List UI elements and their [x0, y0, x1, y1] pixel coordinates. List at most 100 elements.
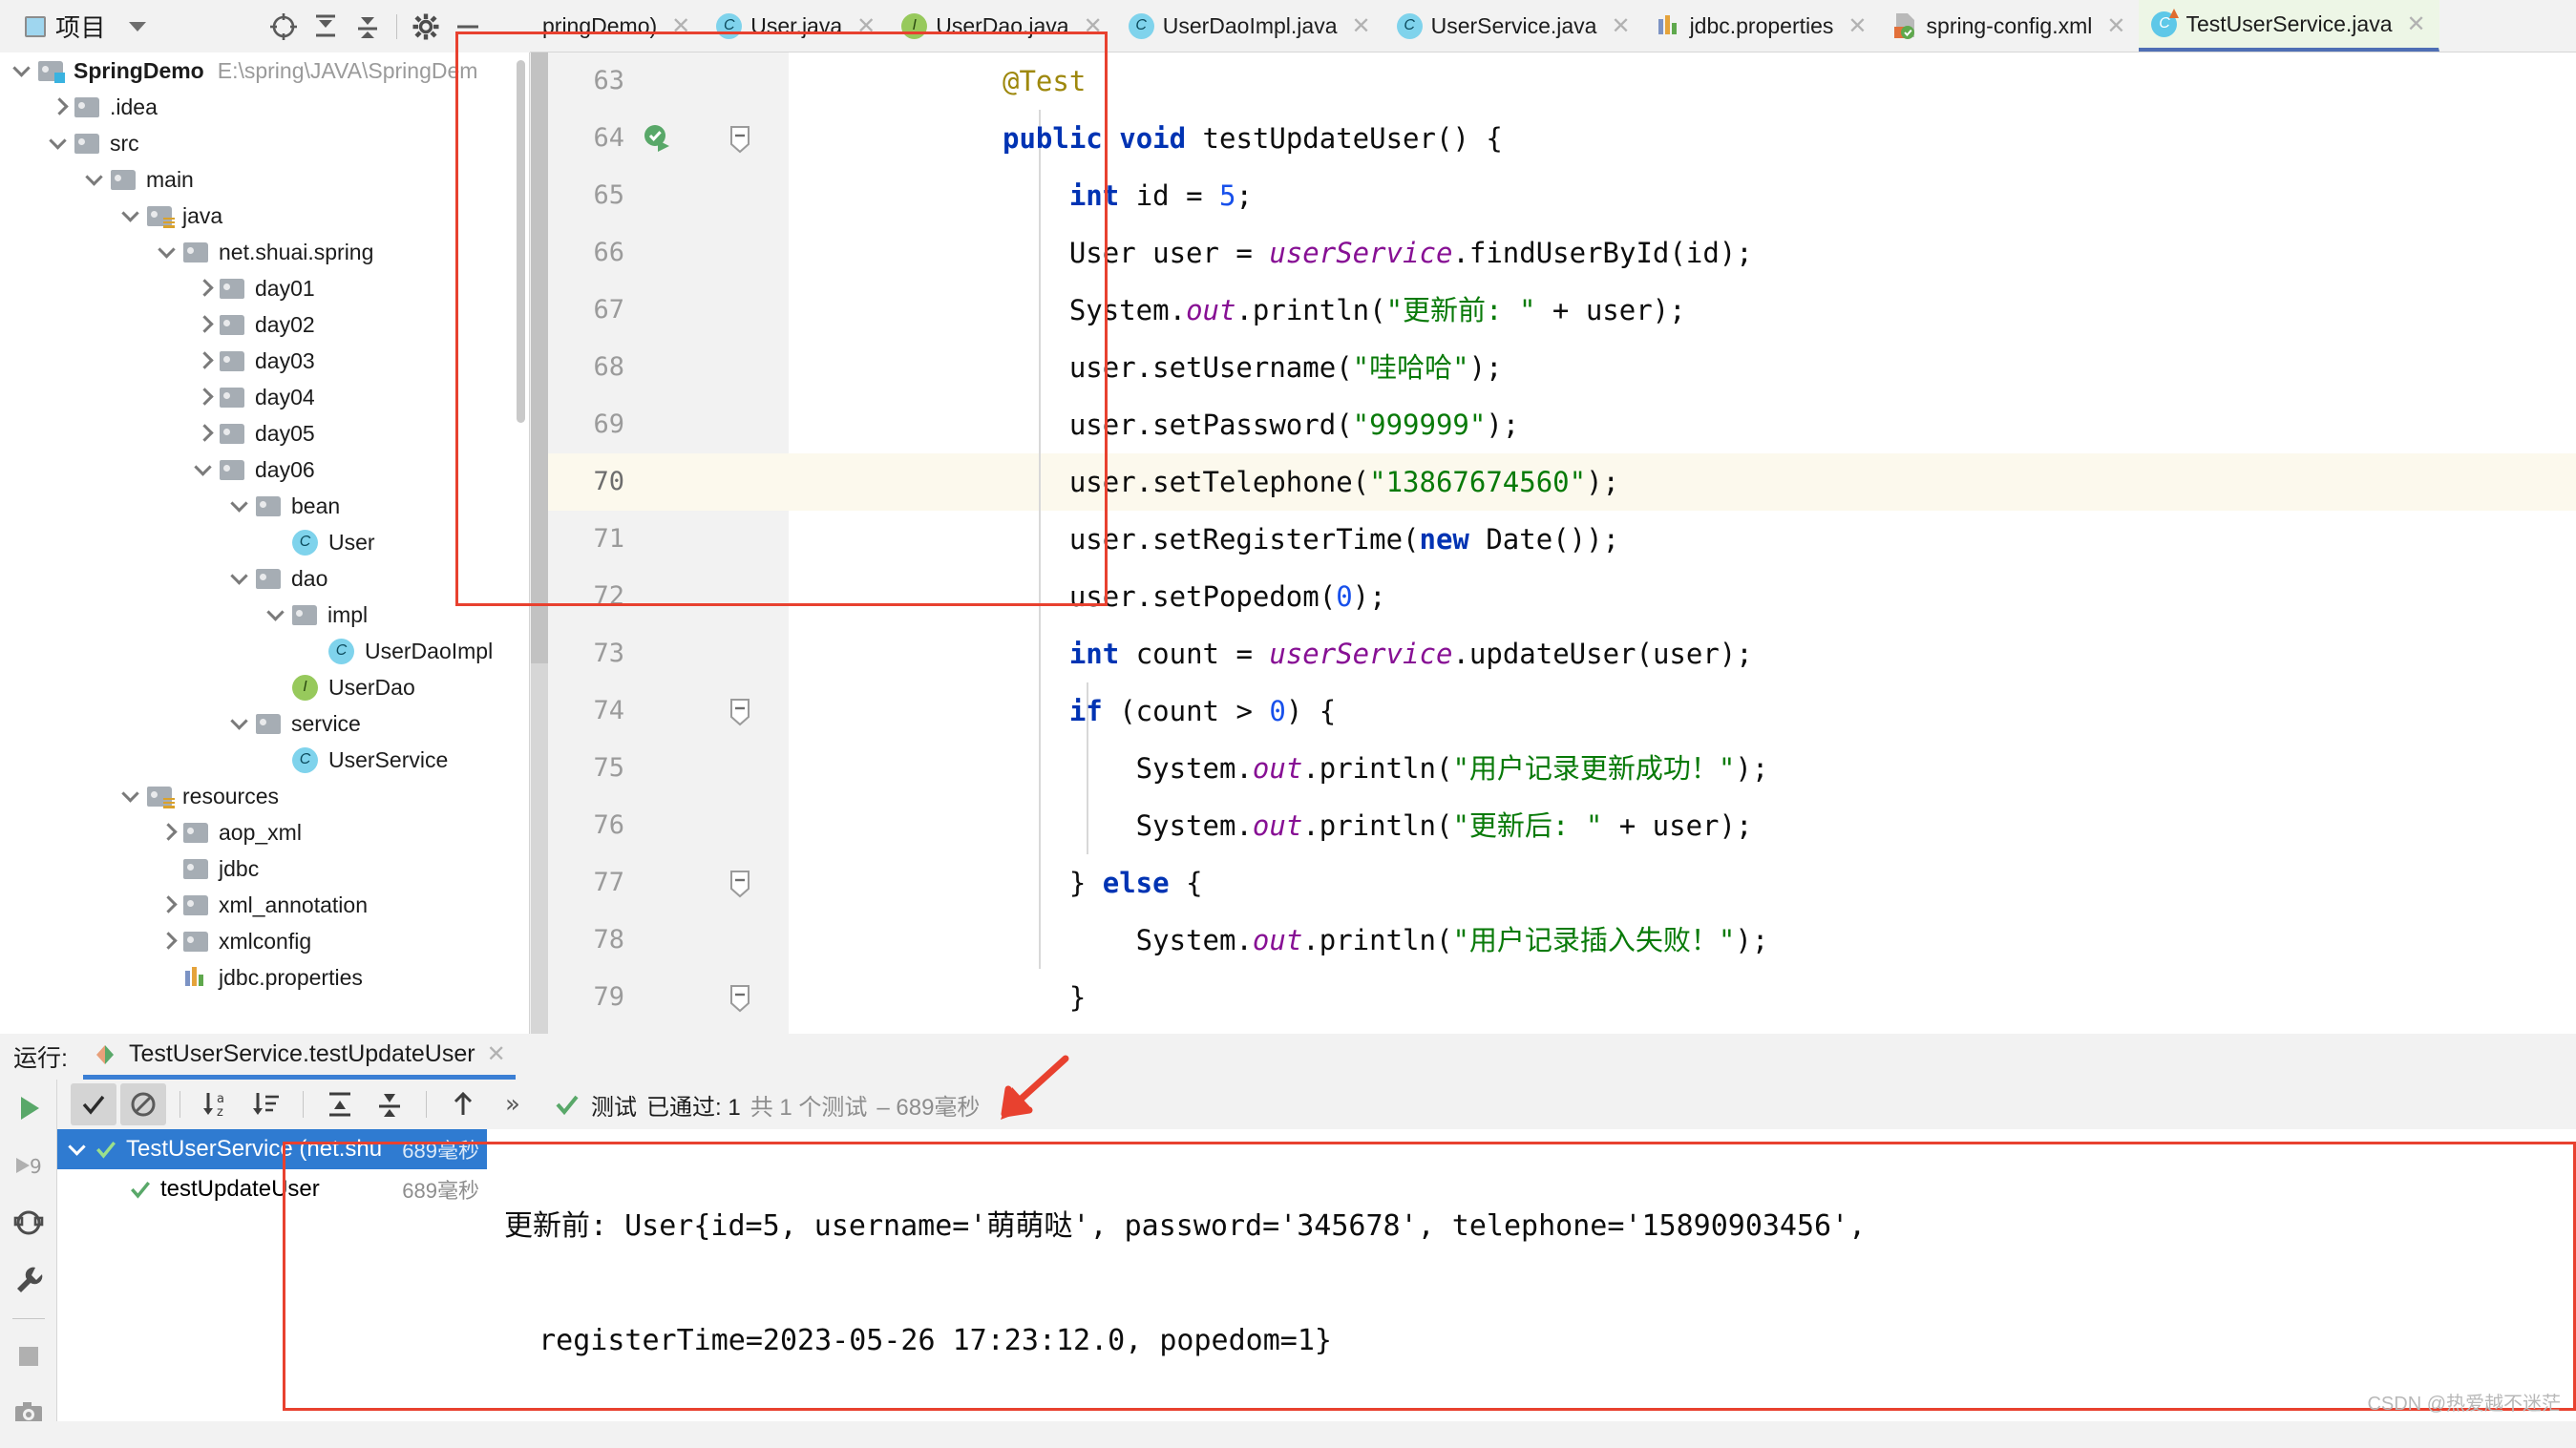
console-output[interactable]: 更新前: User{id=5, username='萌萌哒', password… [487, 1129, 2576, 1448]
editor-gutter[interactable]: 63 64 65 66 67 68 69 70 71 72 73 74 75 7… [548, 52, 789, 1034]
test-tree-row-class[interactable]: TestUserService (net.shu 689毫秒 [57, 1129, 487, 1169]
tab-user-java[interactable]: C User.java ✕ [704, 0, 889, 52]
hide-ignored-icon[interactable] [120, 1083, 166, 1125]
tree-item-xml-annotation[interactable]: xml_annotation [0, 887, 529, 923]
close-icon[interactable]: ✕ [671, 12, 690, 39]
close-icon[interactable]: ✕ [487, 1040, 506, 1068]
tree-item-resources[interactable]: resources [0, 778, 529, 814]
tree-item-userdaoimpl[interactable]: C UserDaoImpl [0, 633, 529, 669]
tree-root-springdemo[interactable]: SpringDemo E:\spring\JAVA\SpringDem [0, 52, 529, 89]
close-icon[interactable]: ✕ [1611, 12, 1630, 39]
tree-item-java[interactable]: java [0, 198, 529, 234]
chevron-down-icon[interactable] [267, 605, 286, 624]
editor-vertical-scrollbar[interactable] [531, 52, 548, 1034]
tree-item-src[interactable]: src [0, 125, 529, 161]
chevron-right-icon[interactable] [158, 895, 178, 914]
tree-item-jdbc-properties[interactable]: jdbc.properties [0, 959, 529, 996]
chevron-down-icon[interactable] [86, 170, 105, 189]
sort-duration-icon[interactable] [243, 1083, 289, 1125]
chevron-down-icon[interactable] [231, 496, 250, 515]
tree-item-day02[interactable]: day02 [0, 306, 529, 343]
chevron-right-icon[interactable] [195, 424, 214, 443]
run-icon[interactable] [0, 1080, 57, 1137]
code-editor[interactable]: 63 64 65 66 67 68 69 70 71 72 73 74 75 7… [531, 52, 2576, 1034]
fold-collapse-icon[interactable] [728, 870, 752, 898]
tree-item-package[interactable]: net.shuai.spring [0, 234, 529, 270]
tree-item-day06[interactable]: day06 [0, 451, 529, 488]
chevron-right-icon[interactable] [195, 351, 214, 370]
tree-item-idea[interactable]: .idea [0, 89, 529, 125]
chevron-down-icon[interactable] [13, 61, 32, 80]
scrollbar-thumb[interactable] [531, 52, 548, 663]
tree-item-main[interactable]: main [0, 161, 529, 198]
chevron-down-icon[interactable] [195, 460, 214, 479]
test-tree-row-method[interactable]: testUpdateUser 689毫秒 [57, 1169, 487, 1209]
tab-userdao-java[interactable]: I UserDao.java ✕ [889, 0, 1115, 52]
collapse-all-icon[interactable] [367, 1083, 412, 1125]
tree-item-bean[interactable]: bean [0, 488, 529, 524]
chevron-down-icon[interactable] [50, 134, 69, 153]
tree-item-day03[interactable]: day03 [0, 343, 529, 379]
test-results-tree[interactable]: TestUserService (net.shu 689毫秒 testUpdat… [57, 1129, 487, 1448]
tree-item-day05[interactable]: day05 [0, 415, 529, 451]
chevron-right-icon[interactable] [195, 315, 214, 334]
settings-wrench-icon[interactable] [0, 1251, 57, 1309]
minimize-icon[interactable] [447, 6, 489, 48]
tree-vertical-scrollbar[interactable] [517, 60, 525, 423]
tree-item-user[interactable]: C User [0, 524, 529, 560]
close-icon[interactable]: ✕ [856, 12, 876, 39]
tree-item-dao[interactable]: dao [0, 560, 529, 597]
run-configuration-tab[interactable]: TestUserService.testUpdateUser ✕ [82, 1034, 516, 1080]
chevron-down-icon[interactable] [231, 714, 250, 733]
tree-item-userdao[interactable]: I UserDao [0, 669, 529, 705]
tree-item-xmlconfig[interactable]: xmlconfig [0, 923, 529, 959]
gear-icon[interactable] [405, 6, 447, 48]
debug-icon[interactable]: 9 [0, 1137, 57, 1194]
chevron-down-icon[interactable] [122, 206, 141, 225]
close-icon[interactable]: ✕ [1352, 12, 1371, 39]
tree-item-day01[interactable]: day01 [0, 270, 529, 306]
fold-collapse-icon[interactable] [728, 984, 752, 1013]
fold-collapse-icon[interactable] [728, 125, 752, 154]
tree-item-day04[interactable]: day04 [0, 379, 529, 415]
chevron-right-icon[interactable] [195, 388, 214, 407]
rerun-failed-icon[interactable] [0, 1194, 57, 1251]
project-tree[interactable]: SpringDemo E:\spring\JAVA\SpringDem .ide… [0, 52, 530, 1034]
locate-icon[interactable] [263, 6, 305, 48]
expand-all-icon[interactable] [305, 6, 347, 48]
close-icon[interactable]: ✕ [2106, 12, 2125, 39]
tree-item-service[interactable]: service [0, 705, 529, 742]
tab-userservice-java[interactable]: C UserService.java ✕ [1384, 0, 1644, 52]
tree-item-userservice[interactable]: C UserService [0, 742, 529, 778]
tab-springdemo[interactable]: pringDemo) ✕ [530, 0, 704, 52]
show-passed-icon[interactable] [71, 1083, 116, 1125]
fold-collapse-icon[interactable] [728, 698, 752, 726]
close-icon[interactable]: ✕ [1084, 12, 1103, 39]
stop-icon[interactable] [0, 1328, 57, 1385]
close-icon[interactable]: ✕ [2407, 10, 2426, 37]
chevron-right-icon[interactable] [158, 823, 178, 842]
tab-spring-config-xml[interactable]: spring-config.xml ✕ [1881, 0, 2140, 52]
chevron-down-icon[interactable] [122, 787, 141, 806]
tab-jdbc-properties[interactable]: jdbc.properties ✕ [1644, 0, 1881, 52]
chevron-right-icon[interactable] [50, 97, 69, 116]
tree-item-aop-xml[interactable]: aop_xml [0, 814, 529, 850]
chevron-down-icon[interactable] [231, 569, 250, 588]
chevron-right-icon[interactable] [158, 932, 178, 951]
chevron-down-icon[interactable] [158, 242, 178, 262]
collapse-all-icon[interactable] [347, 6, 389, 48]
chevron-down-icon[interactable] [69, 1140, 88, 1159]
code-text-area[interactable]: @Test public void testUpdateUser() { int… [789, 52, 2576, 1034]
sort-alpha-icon[interactable]: az [194, 1083, 240, 1125]
run-test-icon[interactable] [642, 123, 672, 154]
tab-testuserservice-java[interactable]: C TestUserService.java ✕ [2139, 0, 2439, 52]
more-icon[interactable]: » [490, 1083, 536, 1125]
tab-userdaoimpl-java[interactable]: C UserDaoImpl.java ✕ [1116, 0, 1384, 52]
prev-occurrence-icon[interactable] [440, 1083, 486, 1125]
chevron-right-icon[interactable] [195, 279, 214, 298]
tree-item-jdbc[interactable]: jdbc [0, 850, 529, 887]
chevron-down-icon[interactable] [129, 21, 147, 31]
tree-item-impl[interactable]: impl [0, 597, 529, 633]
close-icon[interactable]: ✕ [1848, 12, 1867, 39]
expand-all-icon[interactable] [317, 1083, 363, 1125]
